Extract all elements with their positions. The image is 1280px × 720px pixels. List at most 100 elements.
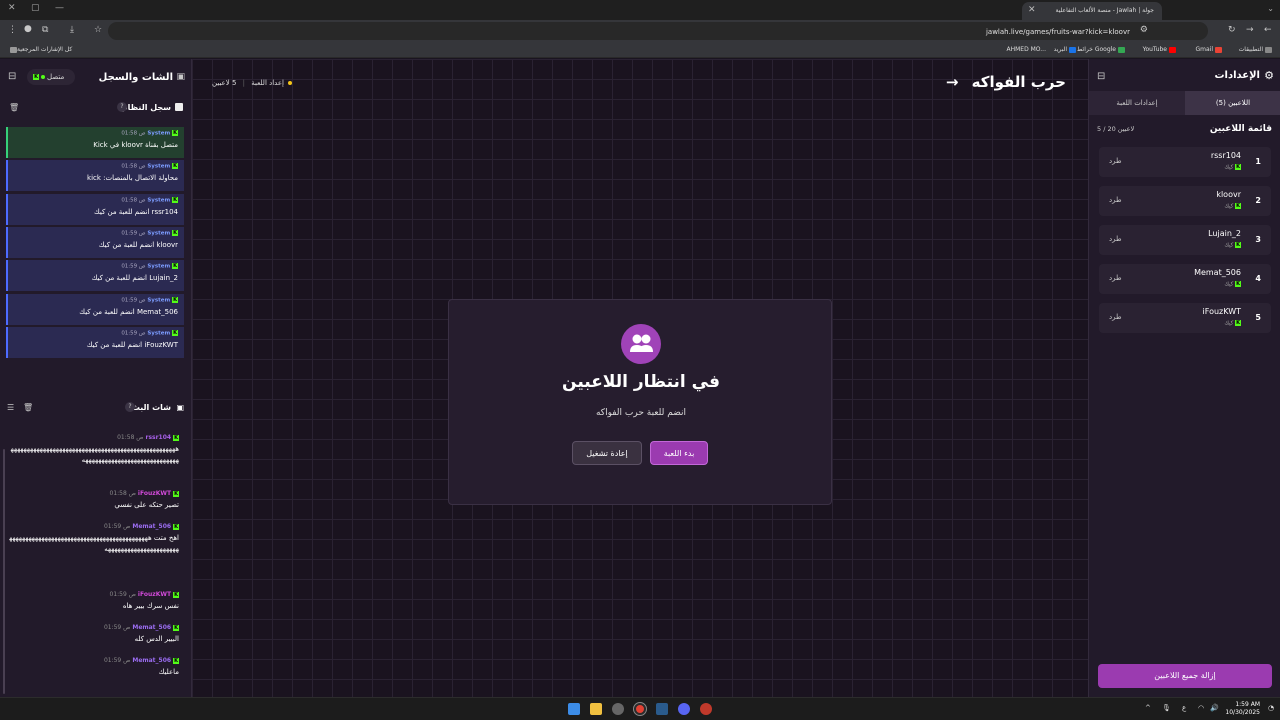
start-game-button[interactable]: بدء اللعبة <box>650 441 708 465</box>
chat-text: اهخ متت هههههههههههههههههههههههههههههههه… <box>9 534 179 553</box>
chat-username[interactable]: rssr104 <box>145 434 171 441</box>
chat-meta: 01:58 ص rssr104 K <box>9 434 179 441</box>
discord-icon[interactable] <box>678 703 690 715</box>
restart-button[interactable]: إعادة تشغيل <box>572 441 642 465</box>
players-count: 5 لاعبين <box>212 79 237 87</box>
setup-link[interactable]: إعداد اللعبة <box>251 79 284 87</box>
chat-username[interactable]: iFouzKWT <box>138 591 171 598</box>
bookmark-gmail[interactable]: Gmail <box>1195 46 1222 53</box>
chevron-down-icon[interactable]: ⌄ <box>1267 4 1274 13</box>
kick-player-button[interactable]: طرد <box>1109 235 1122 243</box>
chat-meta: 01:58 ص iFouzKWT K <box>9 490 179 497</box>
game-title: حرب الفواكه <box>971 73 1066 91</box>
trash-icon[interactable]: 🗑 <box>23 403 33 412</box>
browser-tab[interactable]: جولة | Jawlah - منصة الألعاب التفاعلية ✕ <box>1022 2 1162 20</box>
profile-avatar[interactable]: ● <box>24 24 32 34</box>
chrome-icon[interactable] <box>633 702 647 716</box>
player-row: 4 Memat_506 كيك K طرد <box>1099 264 1271 294</box>
settings-app-icon[interactable] <box>612 703 624 715</box>
online-dot-icon <box>41 75 45 79</box>
downloads-icon[interactable]: ⤓ <box>70 25 74 35</box>
kick-logo-icon: K <box>1235 281 1241 287</box>
kick-logo-icon: K <box>173 434 179 441</box>
filter-icon[interactable]: ☰ <box>7 403 14 412</box>
tab-title: جولة | Jawlah - منصة الألعاب التفاعلية <box>1055 7 1155 14</box>
steam-icon[interactable] <box>656 703 668 715</box>
chat-username[interactable]: iFouzKWT <box>138 490 171 497</box>
kick-logo-icon: K <box>172 230 178 236</box>
bookmark-apps[interactable]: التطبيقات <box>1239 46 1272 53</box>
platform-label: كيك <box>1224 203 1234 210</box>
chat-username[interactable]: Memat_506 <box>132 657 171 664</box>
log-entry: 01:59 ص System KiFouzKWT انضم للعبة من ك… <box>6 327 184 358</box>
kick-logo-icon: K <box>33 74 39 80</box>
chat-message: 01:59 ص Memat_506 K البيير الدس كله <box>9 624 179 645</box>
bookmark-mail[interactable]: البريد <box>1054 46 1076 53</box>
log-text: متصل بقناة kloovr في Kick <box>93 140 178 149</box>
clock-time: 1:59 AM <box>1235 701 1260 708</box>
system-clock[interactable]: 1:59 AM 10/30/2025 <box>1225 701 1260 717</box>
kick-logo-icon: K <box>172 263 178 269</box>
wifi-icon[interactable]: ◠ <box>1198 704 1204 712</box>
back-icon[interactable]: ← <box>1264 25 1272 35</box>
log-text: Lujain_2 انضم للعبة من كيك <box>91 273 178 282</box>
bookmarks-bar: التطبيقات Gmail YouTube خرائط Google الب… <box>0 42 1280 58</box>
minimize-icon[interactable]: — <box>55 3 64 13</box>
app-icon[interactable] <box>700 703 712 715</box>
tab-players[interactable]: اللاعبين (5) <box>1185 91 1280 115</box>
close-tab-icon[interactable]: ✕ <box>1028 5 1036 15</box>
game-area: حرب الفواكه → إعداد اللعبة | 5 لاعبين في… <box>192 59 1088 697</box>
panel-title: الشات والسجل <box>98 72 173 83</box>
bookmark-star-icon[interactable]: ☆ <box>94 25 102 35</box>
bookmark-maps[interactable]: خرائط Google <box>1077 46 1125 53</box>
maximize-icon[interactable]: ▢ <box>31 3 40 13</box>
omnibox[interactable]: ☆ jawlah.live/games/fruits-war?kick=kloo… <box>94 22 1208 40</box>
player-number: 4 <box>1255 274 1261 283</box>
kick-player-button[interactable]: طرد <box>1109 313 1122 321</box>
close-window-icon[interactable]: ✕ <box>8 3 16 13</box>
chat-time: 01:59 ص <box>103 657 131 664</box>
bookmark-youtube[interactable]: YouTube <box>1143 46 1176 53</box>
extensions-icon[interactable]: ⧉ <box>42 25 48 35</box>
microphone-icon[interactable]: 🎙 <box>1162 704 1171 712</box>
bookmark-ahmed[interactable]: AHMED MO... <box>1007 46 1047 53</box>
chat-message: 01:59 ص Memat_506 K ماعليك <box>9 657 179 678</box>
trash-icon[interactable]: 🗑 <box>9 103 19 112</box>
chat-message: 01:59 ص Memat_506 K اهخ متت ههههههههههههه… <box>9 523 179 555</box>
collapse-panel-icon[interactable]: ⊟ <box>8 71 16 82</box>
kick-player-button[interactable]: طرد <box>1109 196 1122 204</box>
kick-player-button[interactable]: طرد <box>1109 274 1122 282</box>
chat-username[interactable]: Memat_506 <box>132 624 171 631</box>
all-bookmarks[interactable]: كل الإشارات المرجعية <box>8 46 72 53</box>
folder-icon <box>10 46 17 53</box>
menu-icon[interactable]: ⋮ <box>8 25 17 35</box>
chat-message: 01:58 ص rssr104 K ههههههههههههههههههههههه… <box>9 434 179 466</box>
file-explorer-icon[interactable] <box>590 703 602 715</box>
log-user: System <box>147 230 171 237</box>
tray-chevron-icon[interactable]: ^ <box>1145 704 1151 712</box>
chat-text: البيير الدس كله <box>134 635 179 643</box>
log-text: Memat_506 انضم للعبة من كيك <box>79 307 178 316</box>
settings-panel: ⊟ الإعدادات ⚙ اللاعبين (5) إعدادات اللعب… <box>1088 59 1280 697</box>
log-entry: 01:58 ص System Krssr104 انضم للعبة من كي… <box>6 194 184 225</box>
chat-time: 01:58 ص <box>109 490 136 497</box>
kick-logo-icon: K <box>1235 320 1241 326</box>
collapse-panel-icon[interactable]: ⊟ <box>1097 71 1105 82</box>
back-arrow-icon[interactable]: → <box>946 73 959 91</box>
windows-start-icon[interactable] <box>568 703 580 715</box>
reload-icon[interactable]: ↻ <box>1228 25 1236 35</box>
notifications-icon[interactable]: ◔ <box>1268 704 1274 712</box>
scrollbar[interactable] <box>3 449 5 694</box>
tab-game-settings[interactable]: إعدادات اللعبة <box>1089 91 1185 115</box>
chat-username[interactable]: Memat_506 <box>132 523 171 530</box>
site-info-icon[interactable]: ⚙ <box>1140 25 1148 35</box>
volume-icon[interactable]: 🔊 <box>1210 704 1219 712</box>
remove-all-players-button[interactable]: إزالة جميع اللاعبين <box>1098 664 1272 688</box>
kick-player-button[interactable]: طرد <box>1109 157 1122 165</box>
settings-title: الإعدادات <box>1214 70 1260 81</box>
log-time: 01:59 ص <box>121 263 146 270</box>
forward-icon[interactable]: → <box>1246 25 1254 35</box>
language-indicator[interactable]: ع <box>1182 704 1186 712</box>
log-time: 01:58 ص <box>121 130 146 137</box>
address-bar-row: ⋮ ● ⧉ ⤓ ☆ jawlah.live/games/fruits-war?k… <box>0 20 1280 42</box>
